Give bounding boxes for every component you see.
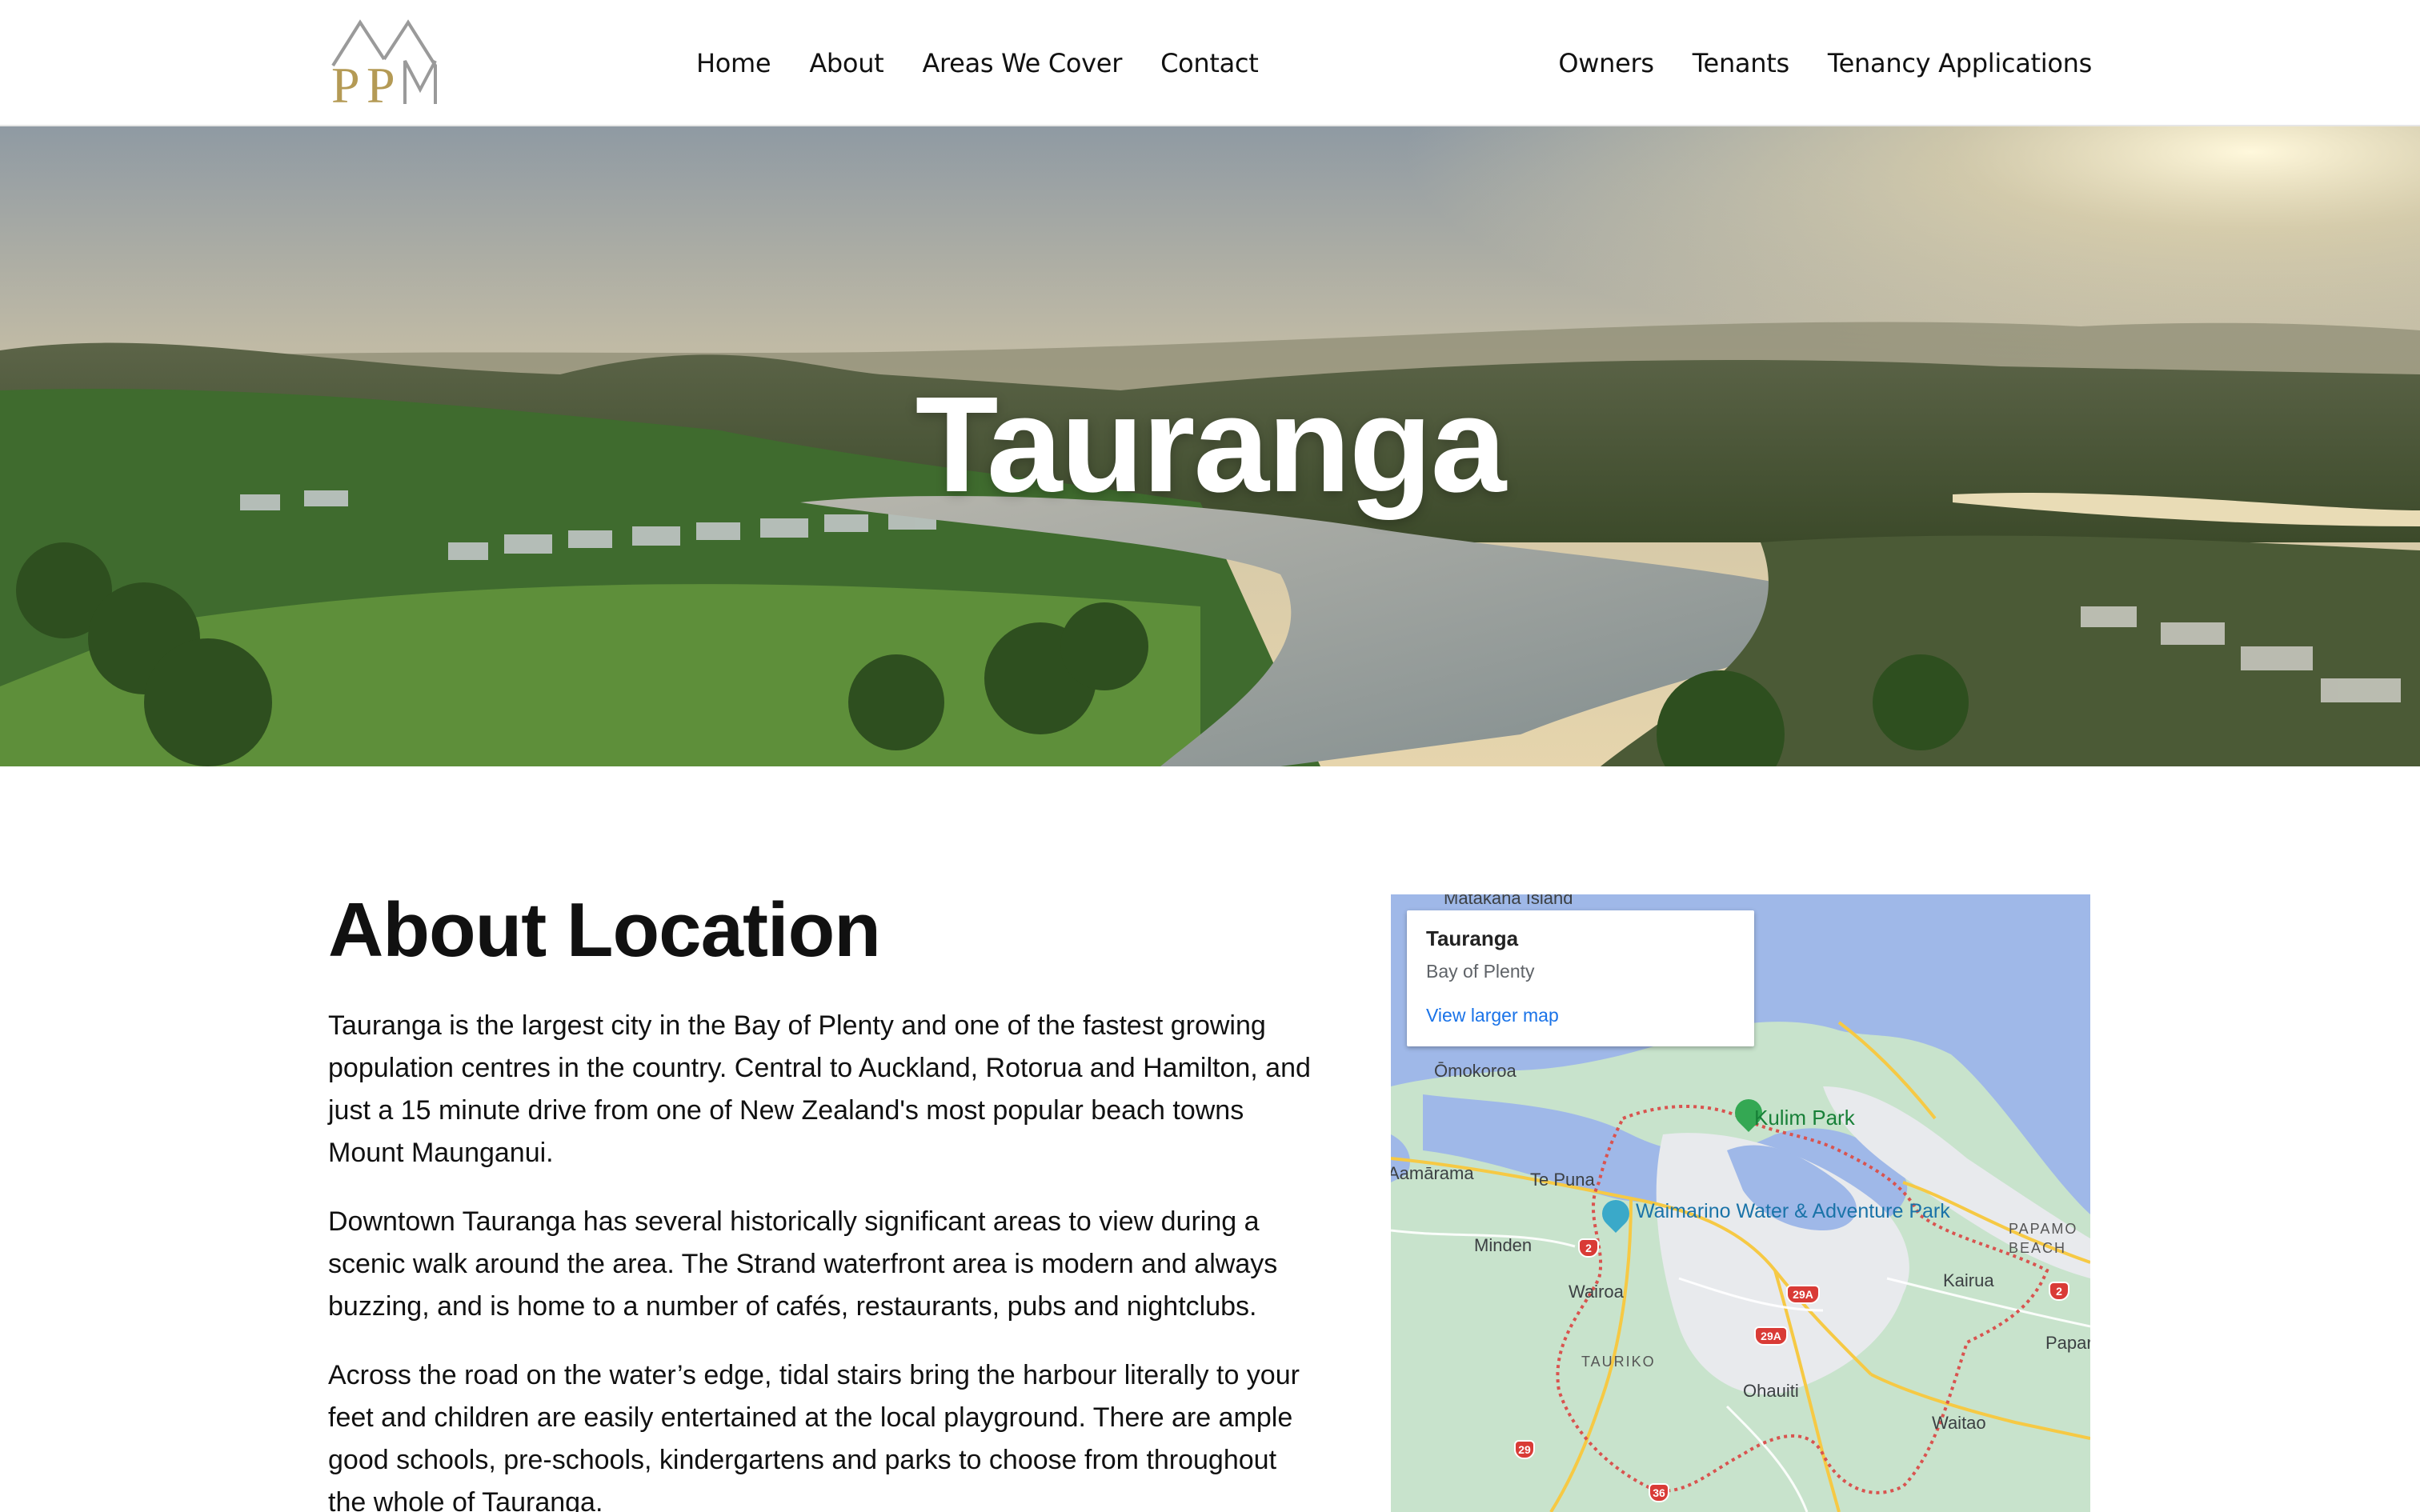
- map-label-tamarama: Aamārama: [1391, 1163, 1474, 1183]
- map-label-wairoa: Wairoa: [1569, 1282, 1624, 1302]
- site-header: P P Home About Areas We Cover Contact Ow…: [0, 0, 2420, 126]
- route-shield-icon: 29A: [1786, 1285, 1820, 1304]
- nav-areas-link[interactable]: Areas We Cover: [922, 48, 1122, 78]
- map-label-papamoa: PAPAMO BEACH: [2009, 1221, 2078, 1256]
- map-label-matakana: Matakana Island: [1444, 894, 1573, 908]
- hero-banner: Tauranga: [0, 126, 2420, 766]
- route-shield-icon: 29A: [1754, 1326, 1788, 1346]
- secondary-nav: Owners Tenants Tenancy Applications: [1558, 0, 2092, 126]
- location-map[interactable]: Tauranga Bay of Plenty View larger map M…: [1391, 894, 2090, 1512]
- hero-title: Tauranga: [915, 369, 1507, 521]
- map-label-omokoroa: Ōmokoroa: [1434, 1061, 1517, 1081]
- nav-owners-link[interactable]: Owners: [1558, 48, 1654, 78]
- about-paragraph: Tauranga is the largest city in the Bay …: [328, 1010, 1311, 1168]
- map-label-tepuna: Te Puna: [1530, 1170, 1595, 1190]
- map-label-ohauiti: Ohauiti: [1743, 1381, 1799, 1401]
- nav-tenants-link[interactable]: Tenants: [1693, 48, 1789, 78]
- about-paragraph: Downtown Tauranga has several historical…: [328, 1206, 1278, 1322]
- primary-nav: Home About Areas We Cover Contact: [696, 0, 1259, 126]
- svg-text:P: P: [331, 57, 360, 107]
- map-info-card: Tauranga Bay of Plenty View larger map: [1407, 910, 1754, 1046]
- route-shield-icon: 2: [2049, 1282, 2069, 1301]
- map-label-minden: Minden: [1474, 1235, 1533, 1255]
- ppm-logo[interactable]: P P: [328, 18, 440, 107]
- nav-contact-link[interactable]: Contact: [1160, 48, 1259, 78]
- about-location-heading: About Location: [328, 887, 881, 973]
- route-shield-icon: 36: [1649, 1483, 1669, 1502]
- route-shield-icon: 2: [1578, 1238, 1599, 1258]
- route-shield-icon: 29: [1514, 1440, 1535, 1459]
- view-larger-map-link[interactable]: View larger map: [1426, 1005, 1735, 1026]
- map-label-kulim-park[interactable]: Kulim Park: [1754, 1106, 1855, 1130]
- map-label-waimarino[interactable]: Waimarino Water & Adventure Park: [1636, 1200, 1950, 1222]
- map-card-subtitle: Bay of Plenty: [1426, 961, 1535, 982]
- about-location-section: About Location Tauranga is the largest c…: [328, 888, 1320, 1512]
- about-paragraph: Across the road on the water’s edge, tid…: [328, 1359, 1300, 1512]
- nav-tenancy-applications-link[interactable]: Tenancy Applications: [1828, 48, 2092, 78]
- svg-text:P: P: [367, 57, 395, 107]
- map-label-kairua: Kairua: [1943, 1270, 1994, 1290]
- map-label-papar: Papar: [2045, 1333, 2090, 1353]
- map-label-tauriko: TAURIKO: [1581, 1354, 1656, 1370]
- map-card-title: Tauranga: [1426, 926, 1519, 950]
- nav-about-link[interactable]: About: [809, 48, 883, 78]
- nav-home-link[interactable]: Home: [696, 48, 771, 78]
- map-label-waitao: Waitao: [1932, 1413, 1986, 1433]
